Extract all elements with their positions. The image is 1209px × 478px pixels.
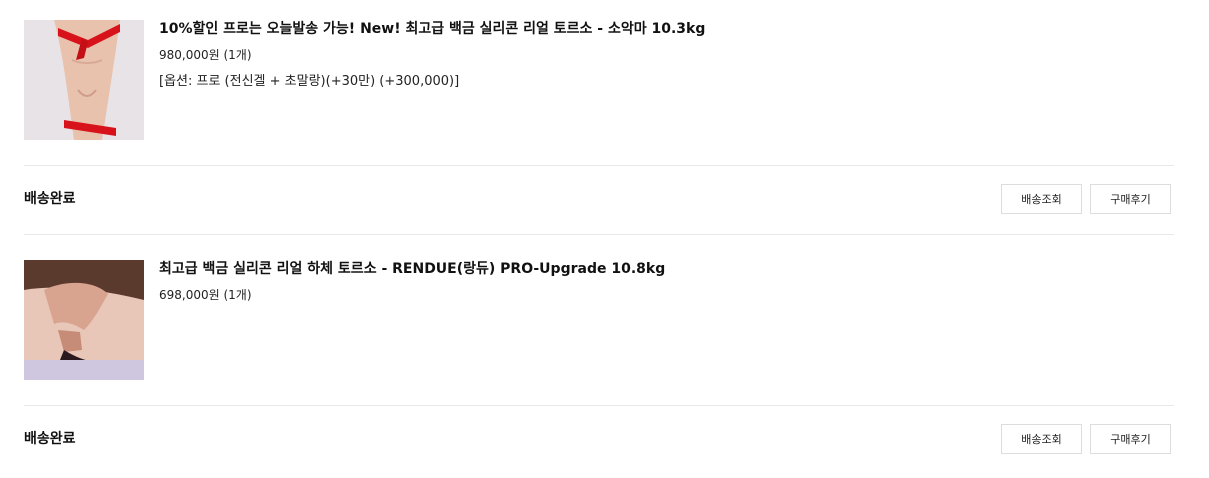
product-row: 최고급 백금 실리콘 리얼 하체 토르소 - RENDUE(랑듀) PRO-Up… <box>24 260 1174 405</box>
product-thumbnail[interactable] <box>24 20 144 140</box>
product-option: [옵션: 프로 (전신겔 + 초말랑)(+30만) (+300,000)] <box>159 74 460 89</box>
divider <box>24 234 1174 235</box>
status-row: 배송완료 배송조회 구매후기 <box>24 166 1174 234</box>
order-item: 10%할인 프로는 오늘발송 가능! New! 최고급 백금 실리콘 리얼 토르… <box>24 20 1174 235</box>
track-delivery-button[interactable]: 배송조회 <box>1001 424 1082 454</box>
product-name-link[interactable]: 최고급 백금 실리콘 리얼 하체 토르소 - RENDUE(랑듀) PRO-Up… <box>159 260 1174 278</box>
order-list: 10%할인 프로는 오늘발송 가능! New! 최고급 백금 실리콘 리얼 토르… <box>0 0 1209 478</box>
delivery-status: 배송완료 <box>24 431 76 447</box>
track-delivery-button[interactable]: 배송조회 <box>1001 184 1082 214</box>
status-row: 배송완료 배송조회 구매후기 <box>24 406 1174 474</box>
product-info: 10%할인 프로는 오늘발송 가능! New! 최고급 백금 실리콘 리얼 토르… <box>159 20 1174 91</box>
product-image <box>24 20 144 140</box>
write-review-button[interactable]: 구매후기 <box>1090 424 1171 454</box>
product-price-qty: 980,000원 (1개) <box>159 48 252 62</box>
product-image <box>24 260 144 380</box>
order-item: 최고급 백금 실리콘 리얼 하체 토르소 - RENDUE(랑듀) PRO-Up… <box>24 260 1174 474</box>
product-info: 최고급 백금 실리콘 리얼 하체 토르소 - RENDUE(랑듀) PRO-Up… <box>159 260 1174 303</box>
product-name-link[interactable]: 10%할인 프로는 오늘발송 가능! New! 최고급 백금 실리콘 리얼 토르… <box>159 20 1174 38</box>
product-thumbnail[interactable] <box>24 260 144 380</box>
product-row: 10%할인 프로는 오늘발송 가능! New! 최고급 백금 실리콘 리얼 토르… <box>24 20 1174 165</box>
delivery-status: 배송완료 <box>24 191 76 207</box>
product-price-qty: 698,000원 (1개) <box>159 288 252 302</box>
write-review-button[interactable]: 구매후기 <box>1090 184 1171 214</box>
